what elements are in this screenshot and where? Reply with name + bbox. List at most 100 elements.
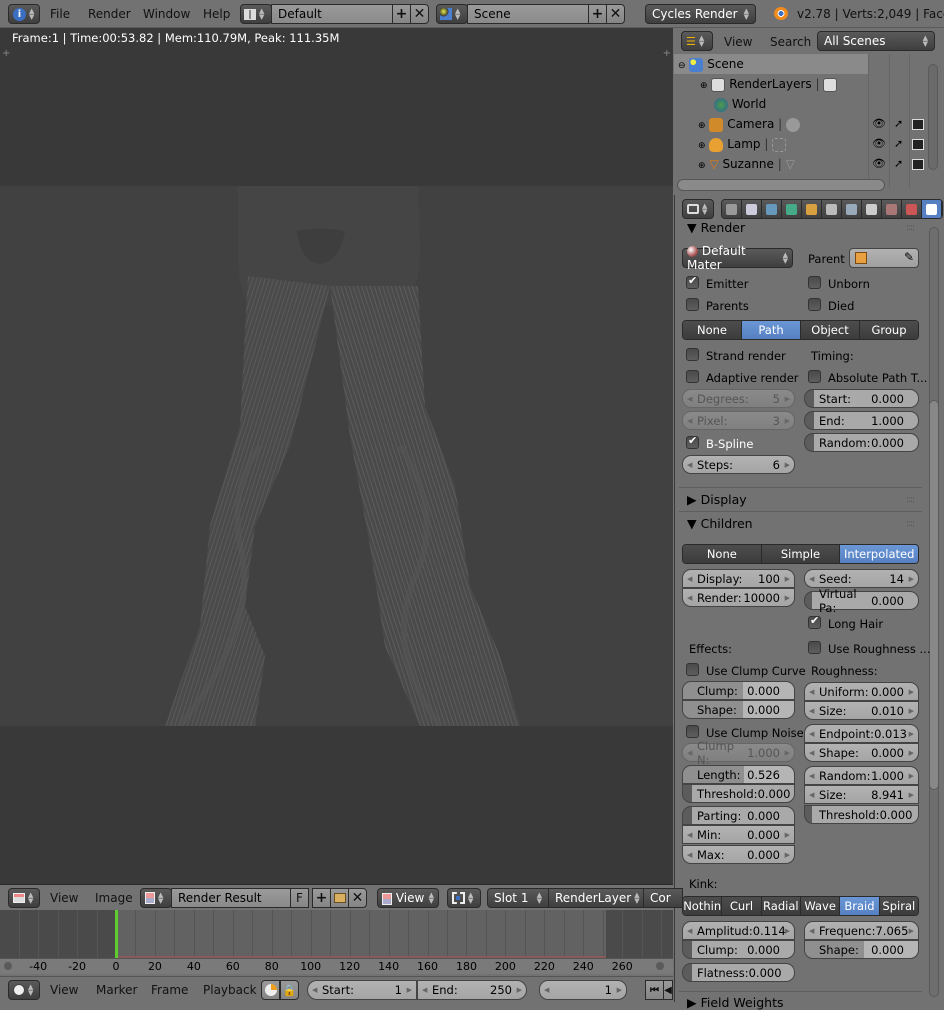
editor-type-info-button[interactable]: i ▲ ▼ <box>8 4 40 24</box>
render-as-option-none[interactable]: None <box>683 321 742 339</box>
render-engine-selector[interactable]: Cycles Render ▲ ▼ <box>645 4 756 24</box>
parents-checkbox[interactable] <box>686 298 699 311</box>
collapse-icon[interactable]: ⊖ <box>678 61 686 71</box>
selectability-cursor-icon[interactable]: ➚ <box>894 157 903 170</box>
new-image-button[interactable]: + <box>312 888 331 908</box>
menu-file[interactable]: File <box>50 7 70 21</box>
material-dropdown[interactable]: Default Mater ▲ ▼ <box>682 244 793 272</box>
visibility-eye-icon[interactable]: 👁 <box>872 157 886 170</box>
timeline-menu-view[interactable]: View <box>50 983 78 997</box>
render-as-option-group[interactable]: Group <box>860 321 918 339</box>
clump-noise-size-field[interactable]: ◀ Clump N: 1.000 ▶ <box>682 739 795 767</box>
add-scene-button[interactable]: + <box>588 4 607 24</box>
parent-object-field[interactable]: ✎ <box>849 248 919 268</box>
tab-modifiers[interactable] <box>842 200 862 218</box>
image-editor-menu-image[interactable]: Image <box>95 891 133 905</box>
adaptive-render-checkbox[interactable] <box>686 370 699 383</box>
children-display-field[interactable]: ◀ Display: 100 ▶ <box>682 569 795 588</box>
tab-material[interactable] <box>882 200 902 218</box>
clump-slider[interactable]: Clump: 0.000 <box>682 681 795 700</box>
kink-option-radial[interactable]: Radial <box>761 897 801 915</box>
selectability-cursor-icon[interactable]: ➚ <box>894 117 903 130</box>
children-panel-header[interactable]: ▼ Children <box>687 516 753 531</box>
tab-data[interactable] <box>862 200 882 218</box>
pivot-point-dropdown[interactable]: ▲ ▼ <box>447 888 481 908</box>
children-render-field[interactable]: ◀ Render: 10000 ▶ <box>682 588 795 607</box>
menu-render[interactable]: Render <box>88 7 131 21</box>
jump-keyframe-button[interactable]: ◀ <box>663 980 673 1000</box>
expand-icon[interactable]: ⊕ <box>698 161 706 171</box>
render-as-option-path[interactable]: Path <box>742 321 801 339</box>
kink-option-braid[interactable]: Braid <box>840 897 880 915</box>
visibility-eye-icon[interactable]: 👁 <box>872 137 886 150</box>
length-slider[interactable]: Length: 0.526 <box>682 765 795 784</box>
image-browse-button[interactable]: ▲ ▼ <box>140 888 172 908</box>
children-mode-option-simple[interactable]: Simple <box>761 545 841 563</box>
parting-slider[interactable]: Parting: 0.000 <box>682 806 795 825</box>
outliner-item-renderlayers[interactable]: ⊕ RenderLayers | <box>700 77 838 92</box>
outliner-filter-dropdown[interactable]: All Scenes ▲ ▼ <box>817 31 935 51</box>
pixel-field[interactable]: ◀ Pixel: 3 ▶ <box>682 411 795 430</box>
kink-shape-slider[interactable]: Shape: 0.000 <box>804 940 919 959</box>
current-frame-field[interactable]: ◀ 1 ▶ <box>539 980 627 1000</box>
kink-amplitude-field[interactable]: ◀ Amplitud: 0.114 ▶ <box>682 921 795 940</box>
panel-drag-handle[interactable]: :::: <box>906 519 915 529</box>
image-view-mode-dropdown[interactable]: View ▲ ▼ <box>377 888 439 908</box>
panel-drag-handle[interactable]: :::: <box>906 223 915 233</box>
kink-option-curl[interactable]: Curl <box>722 897 762 915</box>
seed-field[interactable]: ◀ Seed: 14 ▶ <box>804 569 919 588</box>
kink-option-wave[interactable]: Wave <box>800 897 841 915</box>
expand-icon[interactable]: ⊕ <box>698 121 706 131</box>
timeline-menu-frame[interactable]: Frame <box>151 983 188 997</box>
kink-frequency-field[interactable]: ◀ Frequenc: 7.065 ▶ <box>804 921 919 940</box>
use-roughness-curve-checkbox[interactable] <box>808 641 821 654</box>
kink-amplitude-clump-slider[interactable]: Clump: 0.000 <box>682 940 795 959</box>
image-name-field[interactable]: Render Result <box>171 888 291 908</box>
jump-to-start-button[interactable]: ⏮ <box>645 980 664 1000</box>
render-pass-dropdown[interactable]: Cor <box>643 888 683 908</box>
outliner-horizontal-scrollbar[interactable] <box>677 179 885 191</box>
bspline-checkbox[interactable] <box>686 434 699 449</box>
render-panel-header[interactable]: ▼ Render <box>687 220 745 235</box>
area-split-corner[interactable]: + <box>2 48 10 59</box>
properties-editor-type-button[interactable]: ▲ ▼ <box>682 199 714 219</box>
image-editor-viewport[interactable]: Frame:1 | Time:00:53.82 | Mem:110.79M, P… <box>0 28 673 884</box>
steps-field[interactable]: ◀ Steps: 6 ▶ <box>682 455 795 474</box>
outliner-editor-type-button[interactable]: ☰ ▲ ▼ <box>681 31 713 51</box>
roughness-uniform-field[interactable]: ◀ Uniform: 0.000 ▶ <box>804 682 919 701</box>
kink-option-spiral[interactable]: Spiral <box>879 897 918 915</box>
outliner-menu-search[interactable]: Search <box>770 35 811 49</box>
roughness-threshold-slider[interactable]: Threshold: 0.000 <box>804 805 919 824</box>
use-clump-curve-checkbox[interactable] <box>686 663 699 676</box>
use-clump-noise-checkbox[interactable] <box>686 725 699 738</box>
image-editor-menu-view[interactable]: View <box>50 891 78 905</box>
area-split-corner[interactable]: + <box>663 48 671 59</box>
emitter-checkbox[interactable] <box>686 274 699 289</box>
properties-scrollbar[interactable] <box>929 400 939 790</box>
outliner-item-scene[interactable]: ⊖ Scene <box>678 57 744 72</box>
strand-render-checkbox[interactable] <box>686 348 699 361</box>
preview-range-toggle[interactable] <box>261 980 280 1000</box>
timeline-area[interactable] <box>0 910 673 958</box>
clump-shape-slider[interactable]: Shape: 0.000 <box>682 700 795 719</box>
children-mode-option-none[interactable]: None <box>683 545 762 563</box>
tab-render[interactable] <box>722 200 742 218</box>
image-editor-type-button[interactable]: ▲ ▼ <box>8 888 40 908</box>
screen-layout-name[interactable]: Default <box>271 4 393 24</box>
length-threshold-slider[interactable]: Threshold: 0.000 <box>682 784 795 803</box>
roughness-random-field[interactable]: ◀ Random: 1.000 ▶ <box>804 766 919 785</box>
selectability-cursor-icon[interactable]: ➚ <box>894 137 903 150</box>
render-as-option-object[interactable]: Object <box>801 321 860 339</box>
died-checkbox[interactable] <box>808 298 821 311</box>
degrees-field[interactable]: ◀ Degrees: 5 ▶ <box>682 389 795 408</box>
end-frame-field[interactable]: ◀ End: 250 ▶ <box>417 980 527 1000</box>
timeline-menu-marker[interactable]: Marker <box>96 983 137 997</box>
lock-range-toggle[interactable]: 🔒 <box>280 980 299 1000</box>
roughness-uniform-size-field[interactable]: ◀ Size: 0.010 ▶ <box>804 701 919 720</box>
render-slot-dropdown[interactable]: Slot 1 ▲ ▼ <box>487 888 549 908</box>
expand-icon[interactable]: ⊕ <box>700 81 708 91</box>
kink-option-nothin[interactable]: Nothin <box>683 897 723 915</box>
current-frame-marker[interactable] <box>115 910 118 958</box>
renderability-camera-icon[interactable] <box>912 139 924 150</box>
scene-name[interactable]: Scene <box>467 4 589 24</box>
